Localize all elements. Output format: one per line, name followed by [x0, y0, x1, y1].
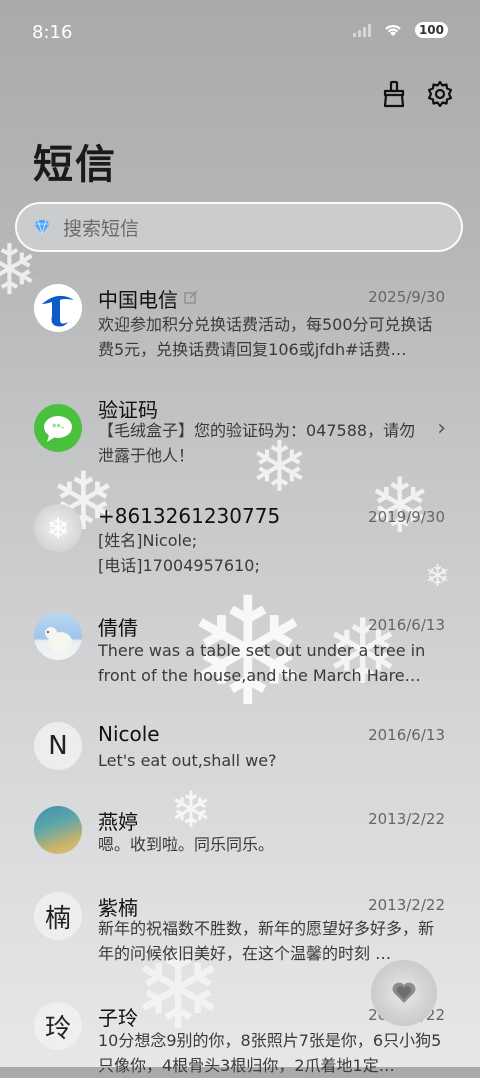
wifi-icon	[385, 25, 401, 36]
contact-name: Nicole	[98, 722, 160, 746]
message-snippet: 欢迎参加积分兑换话费活动，每500分可兑换话费5元，兑换话费请回复106或jfd…	[98, 315, 433, 359]
message-snippet: 新年的祝福数不胜数，新年的愿望好多好多，新年的问候依旧美好，在这个温馨的时刻 …	[98, 919, 435, 963]
page-title: 短信	[33, 142, 117, 188]
contact-name: +8613261230775	[98, 504, 281, 528]
landscape-avatar	[34, 806, 82, 854]
status-bar: 8:16 100	[0, 0, 480, 68]
message-snippet: There was a table set out under a tree i…	[98, 641, 426, 685]
contact-name: 中国电信	[98, 288, 178, 312]
message-snippet: 嗯。收到啦。同乐同乐。	[98, 835, 275, 854]
letter-avatar: 玲	[34, 1002, 82, 1050]
message-date: 2016/6/13	[368, 726, 445, 744]
svg-text:**-: **-	[52, 423, 64, 433]
message-bubble-avatar: **-	[34, 404, 82, 452]
polar-bear-icon	[45, 627, 72, 652]
message-date: 2013/2/22	[368, 896, 445, 914]
telecom-logo-avatar	[34, 284, 82, 332]
clean-brush-icon[interactable]	[378, 78, 410, 110]
contact-name: 子玲	[98, 1006, 138, 1030]
message-date: 2013/2/22	[368, 810, 445, 828]
diamond-icon	[34, 219, 50, 235]
search-placeholder: 搜索短信	[63, 217, 140, 240]
search-input[interactable]: 搜索短信	[15, 202, 463, 252]
signal-icon	[352, 23, 371, 37]
message-date: 2025/9/30	[368, 288, 445, 306]
message-snippet: 10分想念9别的你，8张照片7张是你，6只小狗5只像你，4根骨头3根归你，2爪着…	[98, 1031, 442, 1075]
chevron-right-icon[interactable]: ›	[437, 416, 446, 441]
message-date: 2016/6/13	[368, 616, 445, 634]
letter-avatar: 楠	[34, 892, 82, 940]
contact-name: 倩倩	[98, 616, 138, 640]
letter-avatar: N	[34, 722, 82, 770]
message-date: 2019/9/30	[368, 508, 445, 526]
message-snippet: Let's eat out,shall we?	[98, 751, 277, 770]
heart-icon	[392, 982, 416, 1003]
contact-name: 燕婷	[98, 810, 138, 834]
battery-indicator: 100	[414, 22, 448, 38]
new-message-fab[interactable]	[371, 960, 437, 1026]
edit-icon	[184, 290, 198, 304]
status-time: 8:16	[32, 22, 73, 43]
telecom-logo-icon	[34, 284, 82, 332]
snowflake-avatar: ❄	[34, 504, 82, 552]
message-bubble-icon: **-	[44, 416, 72, 442]
snowflake-decoration: ❄	[170, 781, 212, 839]
polar-bear-avatar	[34, 612, 82, 660]
message-snippet: [姓名]Nicole; [电话]17004957610;	[98, 531, 260, 575]
settings-gear-icon[interactable]	[424, 78, 456, 110]
message-snippet: 【毛绒盒子】您的验证码为：047588，请勿泄露于他人！	[98, 421, 416, 465]
